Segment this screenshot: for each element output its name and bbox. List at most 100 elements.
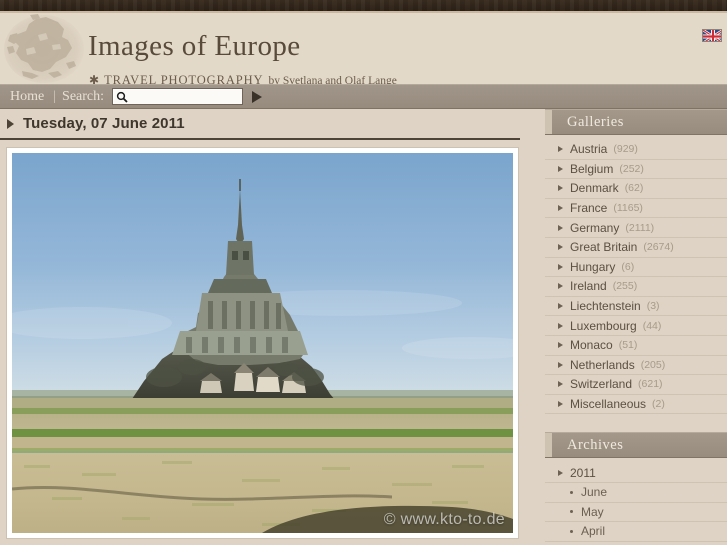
post-date-header: Tuesday, 07 June 2011 [0,109,520,140]
gallery-count: (6) [621,260,635,273]
gallery-list-item[interactable]: Miscellaneous (2) [545,395,727,415]
site-subtitle-caps: TRAVEL PHOTOGRAPHY [104,73,264,84]
gallery-list-item[interactable]: Great Britain (2674) [545,238,727,258]
asterisk-icon: ✱ [89,73,100,84]
navigation-bar: Home | Search: [0,84,727,109]
triangle-right-icon [558,322,563,329]
triangle-right-icon [558,224,563,231]
gallery-link[interactable]: Austria [570,142,607,156]
triangle-right-icon [558,401,563,408]
sidebar: Galleries Austria (929) Belgium (252) Denmar… [545,109,727,543]
galleries-panel-header: Galleries [545,109,727,135]
gallery-link[interactable]: France [570,201,607,215]
triangle-right-icon [558,283,563,290]
gallery-list-item[interactable]: Germany (2111) [545,218,727,238]
triangle-right-icon [558,342,563,349]
archives-list: 2011 June May April [545,463,727,542]
gallery-link[interactable]: Belgium [570,162,613,176]
gallery-list-item[interactable]: Liechtenstein (3) [545,297,727,317]
gallery-link[interactable]: Ireland [570,279,607,293]
triangle-right-icon [558,165,563,172]
post-photo[interactable]: © www.kto-to.de [12,153,513,533]
site-title: Images of Europe [88,30,301,62]
nav-home-link[interactable]: Home [5,89,49,105]
archive-year-item[interactable]: 2011 [545,463,727,483]
site-header: Images of Europe ✱ TRAVEL PHOTOGRAPHY by S… [0,13,727,84]
gallery-list-item[interactable]: Denmark (62) [545,179,727,199]
gallery-count: (255) [612,280,638,293]
top-decorative-band [0,0,727,11]
gallery-link[interactable]: Liechtenstein [570,299,641,313]
gallery-count: (44) [642,319,662,332]
gallery-count: (62) [624,182,644,195]
search-input[interactable] [113,89,243,104]
gallery-count: (252) [619,162,644,175]
gallery-link[interactable]: Denmark [570,181,619,195]
bullet-dot-icon [570,490,573,494]
gallery-count: (205) [640,358,666,371]
bullet-dot-icon [570,510,573,514]
archive-link[interactable]: May [581,505,604,519]
archive-link[interactable]: 2011 [570,466,596,480]
gallery-link[interactable]: Germany [570,221,619,235]
photo-watermark: © www.kto-to.de [383,511,505,528]
gallery-count: (2674) [643,241,674,254]
union-jack-flag-icon[interactable] [702,29,722,42]
triangle-right-icon [558,185,563,192]
gallery-count: (3) [646,300,660,313]
page-body: Tuesday, 07 June 2011 © www.kto-to.de Ga… [0,109,727,543]
gallery-list-item[interactable]: Hungary (6) [545,258,727,278]
gallery-list-item[interactable]: Monaco (51) [545,336,727,356]
galleries-title: Galleries [567,113,624,130]
gallery-count: (621) [638,378,663,391]
archives-title: Archives [567,436,624,453]
triangle-right-icon [558,244,563,251]
search-box[interactable] [112,88,244,105]
main-content: Tuesday, 07 June 2011 © www.kto-to.de [0,109,532,543]
gallery-count: (2111) [625,221,655,234]
search-label: Search: [62,88,105,104]
gallery-list-item[interactable]: Austria (929) [545,140,727,160]
gallery-link[interactable]: Miscellaneous [570,397,646,411]
gallery-count: (1165) [613,202,643,215]
gallery-list-item[interactable]: Ireland (255) [545,277,727,297]
triangle-right-icon [558,303,563,310]
gallery-link[interactable]: Switzerland [570,377,632,391]
gallery-link[interactable]: Hungary [570,260,615,274]
triangle-right-icon [558,469,563,476]
triangle-right-icon [558,146,563,153]
gallery-list-item[interactable]: Netherlands (205) [545,356,727,376]
gallery-list-item[interactable]: Belgium (252) [545,160,727,180]
gallery-list-item[interactable]: France (1165) [545,199,727,219]
archive-link[interactable]: June [581,485,607,499]
gallery-count: (51) [618,339,638,352]
gallery-count: (929) [613,143,638,156]
gallery-link[interactable]: Great Britain [570,240,637,254]
gallery-count: (2) [652,398,665,411]
triangle-right-icon [558,263,563,270]
gallery-list-item[interactable]: Switzerland (621) [545,375,727,395]
triangle-right-icon [558,205,563,212]
search-submit-button[interactable] [248,87,266,107]
gallery-list-item[interactable]: Luxembourg (44) [545,316,727,336]
europe-map-icon [2,13,86,84]
bullet-dot-icon [570,529,573,533]
triangle-right-icon [558,361,563,368]
archive-month-item[interactable]: May [545,503,727,523]
site-subtitle-authors: by Svetlana and Olaf Lange [268,75,397,84]
archives-panel-header: Archives [545,432,727,459]
post-date: Tuesday, 07 June 2011 [23,115,185,132]
panel-spacer [545,414,727,432]
gallery-link[interactable]: Netherlands [570,358,635,372]
triangle-right-icon [558,381,563,388]
triangle-right-icon [7,118,14,129]
galleries-list: Austria (929) Belgium (252) Denmark (62) Franc… [545,140,727,415]
archive-month-item[interactable]: April [545,522,727,542]
site-subtitle: ✱ TRAVEL PHOTOGRAPHY by Svetlana and Olaf … [89,73,397,84]
archive-link[interactable]: April [581,524,605,538]
photo-frame[interactable]: © www.kto-to.de [7,148,518,538]
nav-separator: | [53,88,57,104]
archive-month-item[interactable]: June [545,483,727,503]
gallery-link[interactable]: Monaco [570,338,613,352]
gallery-link[interactable]: Luxembourg [570,319,637,333]
